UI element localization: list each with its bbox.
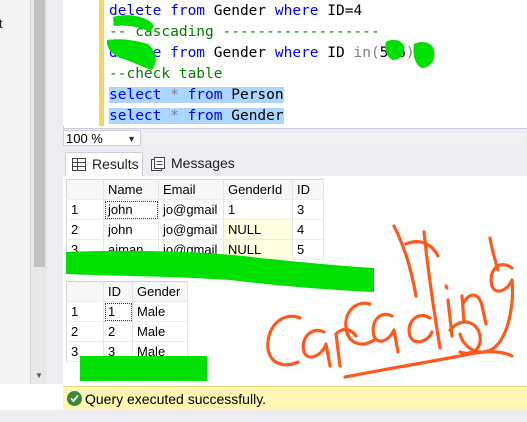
column-header[interactable]: Name [103, 179, 159, 200]
code-token: Gender [213, 45, 275, 61]
code-token: ID [327, 45, 354, 61]
table-row[interactable]: 2 2 Male [66, 321, 188, 342]
grid-cell[interactable]: 1 [223, 199, 293, 220]
scrollbar-thumb[interactable] [34, 0, 45, 267]
gender-result-grid[interactable]: ID Gender 1 1 Male 2 2 Male 3 3 Male [66, 281, 188, 362]
row-number[interactable]: 1 [66, 199, 104, 220]
table-row[interactable]: 3 ajman jo@gmail NULL 5 [66, 239, 324, 260]
grid-cell[interactable]: NULL [223, 239, 293, 260]
grid-cell[interactable]: 3 [292, 199, 324, 220]
code-line[interactable]: --check table [109, 64, 223, 84]
person-result-grid[interactable]: Name Email GenderId ID 1 john jo@gmail 1 3 2 john j… [66, 179, 324, 260]
table-row[interactable]: 1 1 Male [66, 301, 188, 322]
zoom-select[interactable]: 100 % ▼ [63, 130, 141, 146]
code-token: in( [353, 45, 380, 61]
results-tabs: Results Messages [63, 148, 527, 177]
tab-results[interactable]: Results [65, 152, 143, 176]
tab-messages[interactable]: Messages [145, 152, 241, 176]
column-header[interactable] [66, 179, 104, 200]
grid-cell[interactable]: jo@gmail [158, 219, 224, 240]
column-header[interactable] [66, 281, 104, 302]
scroll-down-icon[interactable]: ▼ [35, 371, 43, 380]
code-token: Gender [213, 3, 275, 19]
grid-header-row: ID Gender [66, 281, 188, 302]
grid-cell[interactable]: NULL [223, 219, 293, 240]
editor-gutter [63, 0, 93, 126]
code-token: 5,6 [379, 45, 406, 61]
results-pane: Name Email GenderId ID 1 john jo@gmail 1 3 2 john j… [63, 176, 527, 384]
grid-cell[interactable]: Male [132, 321, 188, 342]
query-status-bar: Query executed successfully. [63, 386, 527, 411]
code-token: select [109, 108, 171, 124]
code-token: ID=4 [327, 3, 363, 19]
code-token: Person [231, 87, 284, 103]
bottom-strip [0, 410, 527, 422]
code-line[interactable]: select * from Gender [109, 106, 284, 126]
code-token: delete [109, 3, 171, 19]
column-header[interactable]: ID [292, 179, 324, 200]
row-number[interactable]: 3 [66, 239, 104, 260]
code-token: -- cascading ------------------ [109, 24, 380, 40]
column-header[interactable]: Gender [132, 281, 188, 302]
horizontal-scrollbar[interactable] [143, 133, 523, 143]
code-token: Gender [231, 108, 284, 124]
query-editor[interactable]: delete from Gender where ID=4 -- cascadin… [63, 0, 527, 126]
success-check-icon [67, 391, 82, 406]
column-header[interactable]: GenderId [223, 179, 293, 200]
row-number[interactable]: 1 [66, 301, 104, 322]
grid-icon [72, 158, 86, 171]
tab-messages-label: Messages [171, 155, 235, 171]
code-token: * [170, 108, 188, 124]
panel-cut-text: t [0, 16, 3, 31]
grid-cell[interactable]: john [103, 199, 159, 220]
grid-cell[interactable]: 1 [103, 301, 133, 322]
status-message: Query executed successfully. [85, 391, 267, 407]
grid-cell[interactable]: jo@gmail [158, 199, 224, 220]
grid-cell[interactable]: Male [132, 301, 188, 322]
code-line[interactable]: select * from Person [109, 85, 284, 105]
grid-cell[interactable]: john [103, 219, 159, 240]
vertical-scrollbar[interactable]: ▼ [30, 0, 48, 384]
row-number[interactable]: 3 [66, 341, 104, 362]
messages-icon [151, 157, 165, 171]
grid-cell[interactable]: ajman [103, 239, 159, 260]
zoom-value: 100 % [66, 131, 103, 146]
code-token: from [170, 45, 214, 61]
code-token: delete [109, 45, 171, 61]
grid-cell[interactable]: 4 [292, 219, 324, 240]
column-header[interactable]: ID [103, 281, 133, 302]
tab-results-label: Results [92, 156, 139, 172]
editor-status-strip: 100 % ▼ [63, 128, 527, 148]
code-line[interactable]: -- cascading ------------------ [109, 22, 380, 42]
code-token: ) [405, 45, 415, 61]
object-explorer-panel: t [0, 0, 30, 384]
grid-header-row: Name Email GenderId ID [66, 179, 324, 200]
change-indicator [99, 0, 104, 126]
grid-cell[interactable]: 3 [103, 341, 133, 362]
row-number[interactable]: 2 [66, 321, 104, 342]
code-token: from [170, 3, 214, 19]
code-token: from [187, 87, 232, 103]
code-token: * [170, 87, 188, 103]
grid-cell[interactable]: 2 [103, 321, 133, 342]
grid-cell[interactable]: 5 [292, 239, 324, 260]
code-line[interactable]: delete from Gender where ID in(5,6) [109, 43, 415, 63]
code-token: select [109, 87, 171, 103]
table-row[interactable]: 2 john jo@gmail NULL 4 [66, 219, 324, 240]
table-row[interactable]: 3 3 Male [66, 341, 188, 362]
code-token: where [274, 45, 328, 61]
row-number[interactable]: 2 [66, 219, 104, 240]
code-token: where [274, 3, 328, 19]
chevron-down-icon[interactable]: ▼ [127, 131, 136, 147]
table-row[interactable]: 1 john jo@gmail 1 3 [66, 199, 324, 220]
code-line[interactable]: delete from Gender where ID=4 [109, 1, 362, 21]
code-token: from [187, 108, 232, 124]
code-token: --check table [109, 66, 223, 82]
grid-cell[interactable]: jo@gmail [158, 239, 224, 260]
panel-splitter[interactable] [47, 0, 64, 384]
column-header[interactable]: Email [158, 179, 224, 200]
grid-cell[interactable]: Male [132, 341, 188, 362]
